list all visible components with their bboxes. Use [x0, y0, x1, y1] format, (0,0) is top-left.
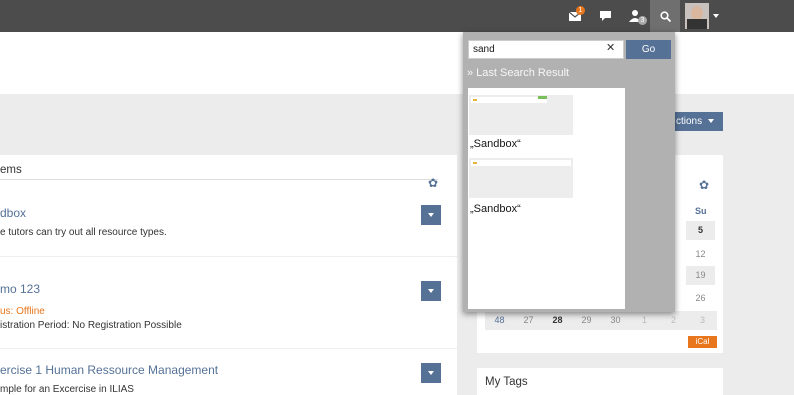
- item-actions-button[interactable]: [421, 281, 441, 301]
- search-input[interactable]: sand: [468, 40, 624, 59]
- search-icon: [659, 10, 671, 22]
- item-status: us: Offline: [0, 306, 45, 317]
- items-panel: [0, 155, 457, 395]
- calendar-day[interactable]: 1: [630, 311, 659, 330]
- item-description: istration Period: No Registration Possib…: [0, 320, 182, 331]
- tags-title: My Tags: [485, 376, 528, 388]
- divider: [0, 179, 438, 180]
- close-icon[interactable]: ✕: [606, 41, 615, 54]
- calendar-day[interactable]: 12: [686, 245, 715, 264]
- users-badge: 3: [638, 16, 647, 25]
- item-title[interactable]: mo 123: [0, 282, 40, 296]
- user-menu[interactable]: [680, 0, 724, 32]
- avatar: [685, 3, 709, 29]
- chat-button[interactable]: [590, 0, 620, 32]
- result-thumbnail[interactable]: [469, 158, 573, 198]
- chevron-down-icon: [428, 371, 434, 375]
- actions-label: ctions: [676, 116, 703, 127]
- go-button[interactable]: Go: [626, 40, 671, 59]
- result-title[interactable]: „Sandbox“: [470, 138, 521, 150]
- gear-icon[interactable]: ✿: [699, 178, 709, 192]
- item-title[interactable]: ercise 1 Human Ressource Management: [0, 363, 218, 377]
- chat-icon: [599, 11, 611, 21]
- search-button[interactable]: [650, 0, 680, 32]
- gear-icon[interactable]: ✿: [428, 176, 438, 190]
- mail-badge: 1: [576, 6, 585, 15]
- calendar-day[interactable]: 19: [686, 266, 715, 285]
- calendar-day[interactable]: 2: [659, 311, 688, 330]
- result-thumbnail[interactable]: [469, 95, 573, 135]
- item-description: mple for an Excercise in ILIAS: [0, 384, 134, 395]
- divider: [0, 256, 457, 257]
- item-actions-button[interactable]: [421, 363, 441, 383]
- chevron-down-icon: [708, 119, 715, 124]
- item-actions-button[interactable]: [421, 205, 441, 225]
- calendar-day[interactable]: 26: [686, 289, 715, 308]
- last-search-result-link[interactable]: » Last Search Result: [467, 67, 569, 79]
- calendar-day[interactable]: 29: [572, 311, 601, 330]
- calendar-week-number[interactable]: 48: [485, 311, 514, 330]
- calendar-day[interactable]: 30: [601, 311, 630, 330]
- calendar-day[interactable]: 27: [514, 311, 543, 330]
- top-bar: 1 3: [0, 0, 794, 32]
- calendar-day[interactable]: 3: [688, 311, 717, 330]
- result-title[interactable]: „Sandbox“: [470, 203, 521, 215]
- calendar-day[interactable]: 5: [686, 221, 715, 240]
- panel-title: ems: [0, 164, 22, 176]
- item-title[interactable]: dbox: [0, 206, 26, 220]
- calendar-day-header: Su: [695, 206, 707, 216]
- chevron-down-icon: [713, 14, 719, 18]
- mail-button[interactable]: 1: [560, 0, 590, 32]
- chevron-down-icon: [428, 289, 434, 293]
- item-description: e tutors can try out all resource types.: [0, 227, 167, 238]
- calendar-day[interactable]: 28: [543, 311, 572, 330]
- divider: [0, 348, 457, 349]
- chevron-down-icon: [428, 213, 434, 217]
- ical-button[interactable]: iCal: [688, 336, 717, 348]
- top-bar-actions: 1 3: [560, 0, 724, 32]
- users-button[interactable]: 3: [620, 0, 650, 32]
